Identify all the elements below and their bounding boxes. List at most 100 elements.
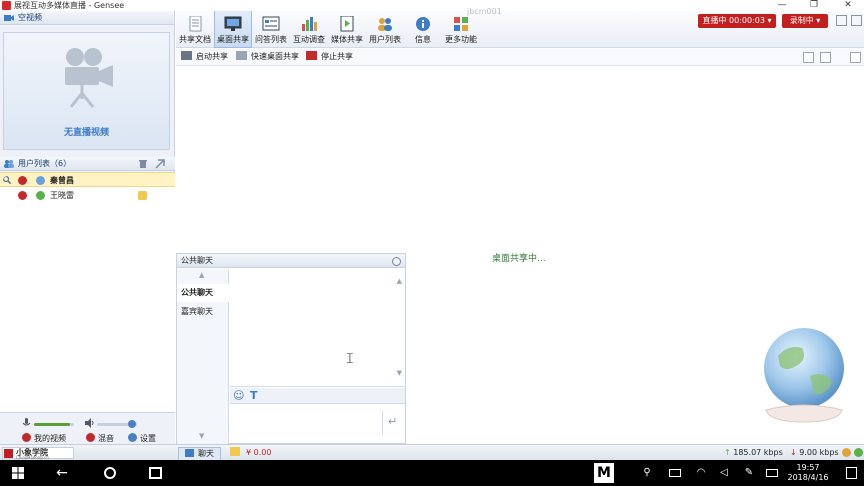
minimize-button[interactable]: — [768, 0, 796, 11]
gift-money-item[interactable]: ¥ 0.00 [230, 447, 271, 459]
scroll-up-icon[interactable]: ▲ [397, 277, 402, 285]
mic-volume-slider[interactable] [34, 423, 74, 426]
survey-chart-icon [302, 17, 317, 31]
tool-info[interactable]: 信息 [404, 11, 442, 48]
network-status-icon [842, 448, 851, 457]
chat-tab-button[interactable]: 聊天 [178, 447, 221, 461]
document-icon [189, 16, 202, 32]
user-name: 秦曾昌 [50, 176, 74, 185]
user-row[interactable]: 秦曾昌 [0, 172, 175, 187]
stop-share-icon [306, 51, 317, 60]
window-title-bar: 展视互动多媒体直播 - Gensee — ❐ ✕ [0, 0, 864, 11]
tool-share-document[interactable]: 共享文档 [176, 11, 214, 48]
close-button[interactable]: ✕ [834, 0, 862, 11]
tool-qa-list[interactable]: 问答列表 [252, 11, 290, 48]
clock-time: 19:57 [796, 463, 820, 472]
tool-survey[interactable]: 互动调查 [290, 11, 328, 48]
users-icon [4, 160, 14, 168]
camera-off-icon [22, 433, 31, 442]
mix-off-icon [86, 433, 95, 442]
share-subtoolbar: 启动共享 快速桌面共享 停止共享 [176, 49, 864, 66]
watermark-text: jbcm001 [467, 7, 502, 16]
actual-size-icon[interactable] [820, 52, 831, 63]
settings-button[interactable]: 设置 [128, 433, 156, 444]
quick-share-icon [236, 51, 247, 60]
font-icon[interactable]: T [250, 389, 258, 402]
user-row[interactable]: 王晓雷 [0, 188, 175, 203]
people-icon[interactable]: ⚲ [640, 460, 654, 486]
clock-date: 2018/4/16 [787, 473, 829, 482]
cortana-circle-icon[interactable] [104, 467, 116, 479]
keyboard-icon[interactable] [766, 469, 778, 477]
stop-share-button[interactable]: 停止共享 [306, 51, 353, 63]
microphone-icon[interactable] [22, 418, 31, 428]
tool-more-functions[interactable]: 更多功能 [442, 11, 480, 48]
video-camera-icon [4, 15, 14, 21]
layout-grid-icon[interactable] [836, 15, 847, 26]
movie-camera-icon [65, 48, 113, 108]
video-preview-area: 无直播视频 [3, 32, 170, 150]
quick-share-button[interactable]: 快速桌面共享 [236, 51, 299, 63]
user-list [0, 172, 175, 412]
windows-taskbar: ← M ⚲ ◠ ◁ ✎ 19:57 2018/4/16 [0, 460, 864, 486]
scroll-down-icon[interactable]: ▼ [199, 432, 204, 440]
battery-icon[interactable] [669, 469, 681, 477]
folder-icon [230, 447, 240, 456]
tool-user-list[interactable]: 用户列表 [366, 11, 404, 48]
wifi-icon[interactable]: ◠ [694, 460, 708, 486]
emoji-icon[interactable]: ☺ [233, 389, 244, 402]
taskbar-clock[interactable]: 19:57 2018/4/16 [786, 463, 830, 483]
recording-button[interactable]: 录制中 ▾ [782, 14, 828, 28]
collapse-icon[interactable] [392, 257, 401, 266]
tab-public-chat[interactable]: 公共聊天 [177, 284, 229, 302]
no-video-text: 无直播视频 [63, 128, 109, 138]
user-tool-icon[interactable] [155, 159, 165, 169]
back-arrow-icon[interactable]: ← [52, 460, 72, 486]
brand-logo: 小象学院 ChinaHadoop.cn [2, 447, 74, 460]
pinned-app-icon[interactable]: M [594, 463, 614, 483]
chat-input-field[interactable]: ↵ [230, 405, 405, 443]
chat-input-tools: ☺ T [230, 388, 405, 404]
start-share-button[interactable]: 启动共享 [181, 51, 228, 63]
fit-window-icon[interactable] [803, 52, 814, 63]
info-icon [416, 17, 430, 31]
upload-speed: ↑ 185.07 kbps [724, 448, 783, 457]
notifications-icon[interactable] [846, 467, 857, 479]
qa-list-icon [262, 16, 280, 31]
my-video-button[interactable]: 我的视频 [22, 433, 66, 444]
tool-media-share[interactable]: 媒体共享 [328, 11, 366, 48]
presenter-key-icon [3, 176, 12, 185]
camera-off-icon [18, 176, 27, 185]
user-name: 王晓雷 [50, 191, 74, 200]
chat-messages: ▲ ▼ [230, 269, 405, 387]
speaker-volume-slider[interactable] [97, 420, 137, 428]
video-panel-title: 空视频 [18, 13, 42, 22]
media-share-icon [340, 16, 354, 32]
windows-start-icon[interactable] [12, 467, 24, 479]
send-icon[interactable]: ↵ [388, 415, 397, 428]
tab-guest-chat[interactable]: 嘉宾聊天 [177, 303, 229, 321]
menu-list-icon[interactable] [851, 15, 862, 26]
scroll-down-icon[interactable]: ▼ [397, 369, 402, 377]
volume-icon[interactable]: ◁ [717, 460, 731, 486]
status-bar: 小象学院 ChinaHadoop.cn 聊天 ¥ 0.00 ↑ 185.07 k… [0, 444, 864, 461]
chat-title: 公共聊天 [181, 256, 213, 265]
task-view-icon[interactable] [149, 467, 162, 479]
speaker-icon[interactable] [85, 418, 95, 428]
desktop-share-icon [224, 16, 242, 31]
pen-icon[interactable]: ✎ [742, 460, 756, 486]
gear-icon [128, 433, 137, 442]
scroll-up-icon[interactable]: ▲ [199, 271, 204, 279]
chat-tab-list: ▲ 公共聊天 嘉宾聊天 ▼ [177, 269, 229, 444]
chat-bubble-icon [138, 191, 147, 200]
users-icon [378, 18, 392, 31]
tool-desktop-share[interactable]: 桌面共享 [214, 11, 252, 48]
live-status-button[interactable]: 直播中 00:00:03 ▾ [698, 14, 776, 28]
mix-button[interactable]: 混音 [86, 433, 114, 444]
restore-button[interactable]: ❐ [800, 0, 828, 11]
window-title: 展视互动多媒体直播 - Gensee [14, 1, 125, 10]
exit-fullscreen-icon[interactable] [850, 52, 861, 63]
chat-icon [185, 449, 194, 457]
delete-user-icon[interactable] [138, 159, 148, 169]
logo-mark-icon [4, 449, 13, 458]
